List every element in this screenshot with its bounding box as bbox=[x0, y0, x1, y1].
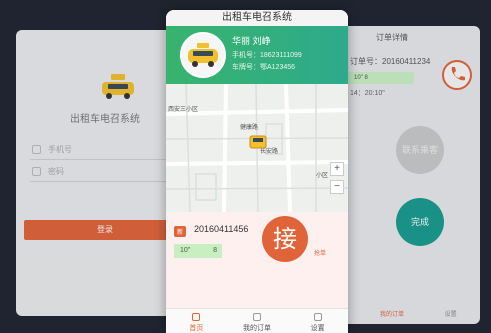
login-button[interactable]: 登录 bbox=[24, 220, 186, 240]
map-label: 西安三小区 bbox=[168, 107, 199, 113]
driver-header: 华丽 刘峥 手机号：18623111099 车牌号：鄂A123456 bbox=[166, 26, 348, 84]
home-icon bbox=[192, 313, 201, 321]
tab-my-orders-label: 我的订单 bbox=[243, 325, 271, 332]
driver-plate-row: 车牌号：鄂A123456 bbox=[232, 62, 295, 72]
plate-value: 鄂A123456 bbox=[260, 64, 296, 71]
order-number: 20160411456 bbox=[194, 224, 249, 234]
contact-passenger-button[interactable]: 联系乘客 bbox=[396, 126, 444, 174]
tab-home[interactable]: 首页 bbox=[166, 309, 227, 333]
phone-value: 18623111099 bbox=[260, 52, 302, 59]
plate-label: 车牌号： bbox=[232, 64, 260, 71]
document-icon bbox=[253, 313, 261, 321]
lock-icon bbox=[32, 167, 41, 176]
username-placeholder: 手机号 bbox=[48, 145, 72, 154]
user-icon bbox=[32, 145, 41, 154]
grab-order-link[interactable]: 抢单 bbox=[314, 248, 326, 257]
detail-tab-settings[interactable]: 设置 bbox=[421, 296, 480, 318]
phone-call-icon[interactable] bbox=[442, 60, 472, 90]
detail-pill: 10" 8 bbox=[348, 72, 414, 84]
gear-icon bbox=[313, 313, 322, 321]
taxi-icon bbox=[102, 74, 134, 99]
map-label: 健康路 bbox=[240, 125, 259, 131]
driver-avatar bbox=[180, 32, 226, 78]
main-phone-screen: 出租车电召系统 华丽 刘峥 手机号：18623111099 车牌号：鄂A1234… bbox=[166, 10, 348, 333]
tab-home-label: 首页 bbox=[189, 325, 204, 332]
detail-order-number: 订单号：20160411234 bbox=[350, 57, 431, 66]
password-field[interactable]: 密码 bbox=[30, 162, 180, 182]
order-card: 新 20160411456 10" 8 接 抢单 bbox=[166, 212, 348, 308]
accept-order-button[interactable]: 接 bbox=[262, 216, 308, 262]
taxi-icon bbox=[188, 43, 218, 67]
map-label: 小区 bbox=[316, 173, 329, 179]
tab-settings-label: 设置 bbox=[310, 325, 325, 332]
password-placeholder: 密码 bbox=[48, 167, 64, 176]
order-pill-distance: 8 bbox=[200, 244, 222, 258]
new-order-badge: 新 bbox=[174, 226, 187, 237]
map-view[interactable]: 西安三小区 健康路 长安路 小区 + − bbox=[166, 84, 348, 212]
zoom-in-button[interactable]: + bbox=[330, 162, 344, 176]
driver-phone-row: 手机号：18623111099 bbox=[232, 50, 302, 60]
tab-settings[interactable]: 设置 bbox=[287, 309, 348, 333]
tab-my-orders[interactable]: 我的订单 bbox=[227, 309, 288, 333]
bottom-tabbar: 首页 我的订单 设置 bbox=[166, 308, 348, 333]
app-title: 出租车电召系统 bbox=[166, 10, 348, 26]
username-field[interactable]: 手机号 bbox=[30, 140, 180, 160]
detail-tab-orders[interactable]: 我的订单 bbox=[363, 296, 422, 318]
map-label: 长安路 bbox=[260, 149, 279, 155]
phone-label: 手机号： bbox=[232, 52, 260, 59]
zoom-out-button[interactable]: − bbox=[330, 180, 344, 194]
detail-time: 14：20:10" bbox=[350, 90, 385, 97]
driver-name: 华丽 刘峥 bbox=[232, 36, 271, 46]
complete-button[interactable]: 完成 bbox=[396, 198, 444, 246]
order-pill-time: 10" bbox=[174, 244, 200, 258]
